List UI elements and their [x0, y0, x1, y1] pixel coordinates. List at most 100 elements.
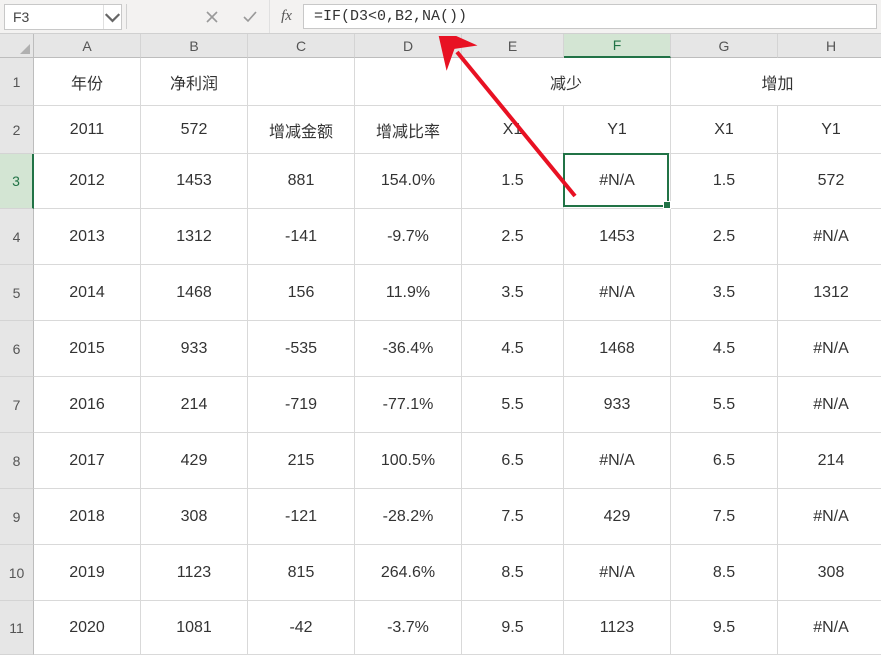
- cell-G4[interactable]: 2.5: [671, 209, 778, 265]
- cell-D8[interactable]: 100.5%: [355, 433, 462, 489]
- cell-A7[interactable]: 2016: [34, 377, 141, 433]
- cell-E8[interactable]: 6.5: [462, 433, 564, 489]
- cell-E11[interactable]: 9.5: [462, 601, 564, 655]
- cell-E6[interactable]: 4.5: [462, 321, 564, 377]
- cell-D7[interactable]: -77.1%: [355, 377, 462, 433]
- cell-G3[interactable]: 1.5: [671, 154, 778, 209]
- cell-D6[interactable]: -36.4%: [355, 321, 462, 377]
- cell-G10[interactable]: 8.5: [671, 545, 778, 601]
- cell-G8[interactable]: 6.5: [671, 433, 778, 489]
- cell-A4[interactable]: 2013: [34, 209, 141, 265]
- cell-F5[interactable]: #N/A: [564, 265, 671, 321]
- cell-H5[interactable]: 1312: [778, 265, 881, 321]
- cell-E5[interactable]: 3.5: [462, 265, 564, 321]
- cell-G2[interactable]: X1: [671, 106, 778, 154]
- cell-A8[interactable]: 2017: [34, 433, 141, 489]
- cell-A10[interactable]: 2019: [34, 545, 141, 601]
- column-header-E[interactable]: E: [462, 34, 564, 58]
- cell-G5[interactable]: 3.5: [671, 265, 778, 321]
- column-header-B[interactable]: B: [141, 34, 248, 58]
- cell-F11[interactable]: 1123: [564, 601, 671, 655]
- cell-G6[interactable]: 4.5: [671, 321, 778, 377]
- row-header-11[interactable]: 11: [0, 601, 34, 655]
- cell-B2[interactable]: 572: [141, 106, 248, 154]
- row-header-2[interactable]: 2: [0, 106, 34, 154]
- row-header-9[interactable]: 9: [0, 489, 34, 545]
- cell-E3[interactable]: 1.5: [462, 154, 564, 209]
- confirm-button[interactable]: [231, 0, 269, 33]
- cell-E4[interactable]: 2.5: [462, 209, 564, 265]
- cell-H7[interactable]: #N/A: [778, 377, 881, 433]
- cell-B8[interactable]: 429: [141, 433, 248, 489]
- row-header-4[interactable]: 4: [0, 209, 34, 265]
- cell-C7[interactable]: -719: [248, 377, 355, 433]
- cell-E7[interactable]: 5.5: [462, 377, 564, 433]
- cell-A2[interactable]: 2011: [34, 106, 141, 154]
- cell-F6[interactable]: 1468: [564, 321, 671, 377]
- row-header-3[interactable]: 3: [0, 154, 34, 209]
- column-header-F[interactable]: F: [564, 34, 671, 58]
- fx-label[interactable]: fx: [269, 0, 303, 33]
- cell-E2[interactable]: X1: [462, 106, 564, 154]
- cell-H3[interactable]: 572: [778, 154, 881, 209]
- cell-B9[interactable]: 308: [141, 489, 248, 545]
- name-box-dropdown[interactable]: [103, 5, 121, 29]
- cell-H6[interactable]: #N/A: [778, 321, 881, 377]
- cell-H11[interactable]: #N/A: [778, 601, 881, 655]
- cell-C4[interactable]: -141: [248, 209, 355, 265]
- cell-D1[interactable]: [355, 58, 462, 106]
- cell-A5[interactable]: 2014: [34, 265, 141, 321]
- cell-A6[interactable]: 2015: [34, 321, 141, 377]
- cell-D5[interactable]: 11.9%: [355, 265, 462, 321]
- cell-E9[interactable]: 7.5: [462, 489, 564, 545]
- cell-C3[interactable]: 881: [248, 154, 355, 209]
- column-header-A[interactable]: A: [34, 34, 141, 58]
- cell-H10[interactable]: 308: [778, 545, 881, 601]
- cell-D3[interactable]: 154.0%: [355, 154, 462, 209]
- cell-C6[interactable]: -535: [248, 321, 355, 377]
- cell-C8[interactable]: 215: [248, 433, 355, 489]
- cell-C1[interactable]: [248, 58, 355, 106]
- row-header-6[interactable]: 6: [0, 321, 34, 377]
- cell-B5[interactable]: 1468: [141, 265, 248, 321]
- cell-C2[interactable]: 增减金额: [248, 106, 355, 154]
- cell-B10[interactable]: 1123: [141, 545, 248, 601]
- cell-B3[interactable]: 1453: [141, 154, 248, 209]
- cell-F3[interactable]: #N/A: [564, 154, 671, 209]
- cell-F10[interactable]: #N/A: [564, 545, 671, 601]
- cell-G11[interactable]: 9.5: [671, 601, 778, 655]
- row-header-1[interactable]: 1: [0, 58, 34, 106]
- cell-G9[interactable]: 7.5: [671, 489, 778, 545]
- cell-A11[interactable]: 2020: [34, 601, 141, 655]
- cell-C9[interactable]: -121: [248, 489, 355, 545]
- name-box[interactable]: F3: [4, 4, 122, 30]
- cell-F9[interactable]: 429: [564, 489, 671, 545]
- cell-B1[interactable]: 净利润: [141, 58, 248, 106]
- cell-B11[interactable]: 1081: [141, 601, 248, 655]
- cell-C11[interactable]: -42: [248, 601, 355, 655]
- row-header-7[interactable]: 7: [0, 377, 34, 433]
- column-header-D[interactable]: D: [355, 34, 462, 58]
- cell-D10[interactable]: 264.6%: [355, 545, 462, 601]
- cell-H8[interactable]: 214: [778, 433, 881, 489]
- cell-B7[interactable]: 214: [141, 377, 248, 433]
- column-header-C[interactable]: C: [248, 34, 355, 58]
- cell-E10[interactable]: 8.5: [462, 545, 564, 601]
- row-header-10[interactable]: 10: [0, 545, 34, 601]
- name-box-value[interactable]: F3: [5, 9, 103, 25]
- cell-H4[interactable]: #N/A: [778, 209, 881, 265]
- cell-D11[interactable]: -3.7%: [355, 601, 462, 655]
- cell-H2[interactable]: Y1: [778, 106, 881, 154]
- cell-G7[interactable]: 5.5: [671, 377, 778, 433]
- header-increase[interactable]: 增加: [671, 58, 881, 106]
- cell-D4[interactable]: -9.7%: [355, 209, 462, 265]
- cell-B4[interactable]: 1312: [141, 209, 248, 265]
- cell-H9[interactable]: #N/A: [778, 489, 881, 545]
- cell-F8[interactable]: #N/A: [564, 433, 671, 489]
- cell-A1[interactable]: 年份: [34, 58, 141, 106]
- cell-A9[interactable]: 2018: [34, 489, 141, 545]
- row-header-8[interactable]: 8: [0, 433, 34, 489]
- header-decrease[interactable]: 减少: [462, 58, 671, 106]
- cell-F2[interactable]: Y1: [564, 106, 671, 154]
- cell-A3[interactable]: 2012: [34, 154, 141, 209]
